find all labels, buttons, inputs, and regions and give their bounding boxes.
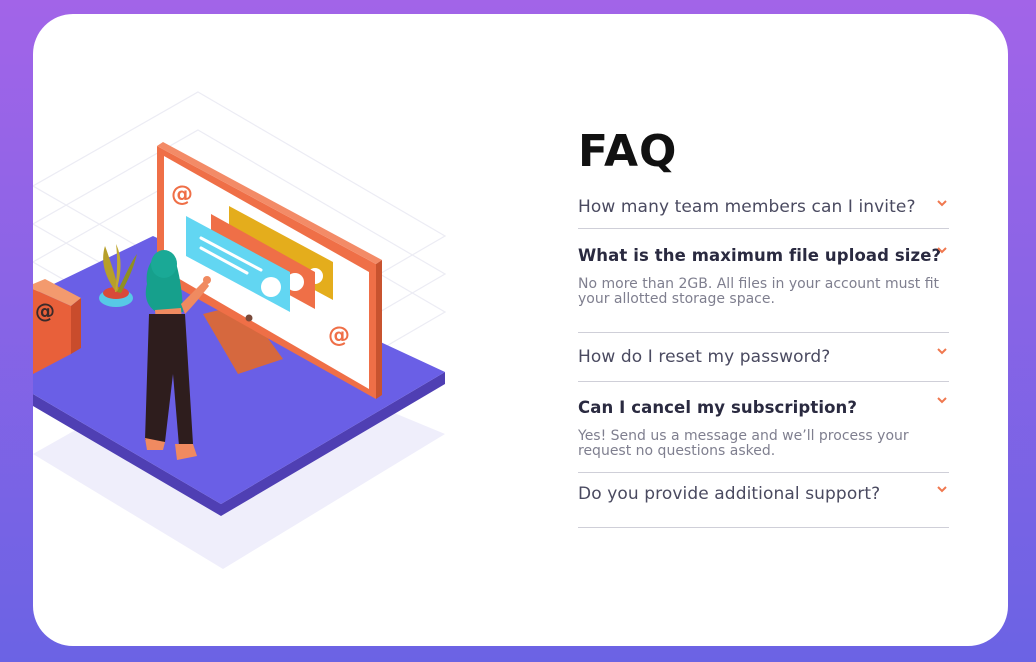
- faq-card: @ @ @ FAQ How many team members can I in…: [33, 14, 1008, 646]
- faq-answer: No more than 2GB. All files in your acco…: [578, 276, 940, 307]
- chevron-down-icon[interactable]: [937, 346, 947, 356]
- faq-item[interactable]: Do you provide additional support?: [578, 473, 949, 528]
- faq-item[interactable]: Can I cancel my subscription? Yes! Send …: [578, 382, 949, 473]
- faq-question[interactable]: How do I reset my password?: [578, 346, 949, 368]
- chevron-down-icon[interactable]: [937, 245, 947, 255]
- faq-title: FAQ: [578, 126, 678, 177]
- faq-section: FAQ How many team members can I invite? …: [578, 126, 949, 528]
- faq-list: How many team members can I invite? What…: [578, 182, 949, 528]
- svg-text:@: @: [171, 182, 193, 207]
- faq-question[interactable]: Can I cancel my subscription?: [578, 397, 949, 419]
- faq-item[interactable]: How many team members can I invite?: [578, 182, 949, 229]
- woman-online-illustration: @ @ @: [33, 91, 447, 569]
- chevron-down-icon[interactable]: [937, 198, 947, 208]
- faq-question[interactable]: What is the maximum file upload size?: [578, 245, 949, 267]
- faq-item[interactable]: How do I reset my password?: [578, 333, 949, 382]
- faq-answer: Yes! Send us a message and we’ll process…: [578, 428, 909, 459]
- svg-text:@: @: [328, 323, 350, 348]
- chevron-down-icon[interactable]: [937, 484, 947, 494]
- faq-question[interactable]: How many team members can I invite?: [578, 196, 949, 218]
- svg-text:@: @: [35, 299, 55, 323]
- faq-item[interactable]: What is the maximum file upload size? No…: [578, 229, 949, 333]
- faq-question[interactable]: Do you provide additional support?: [578, 483, 949, 505]
- chevron-down-icon[interactable]: [937, 395, 947, 405]
